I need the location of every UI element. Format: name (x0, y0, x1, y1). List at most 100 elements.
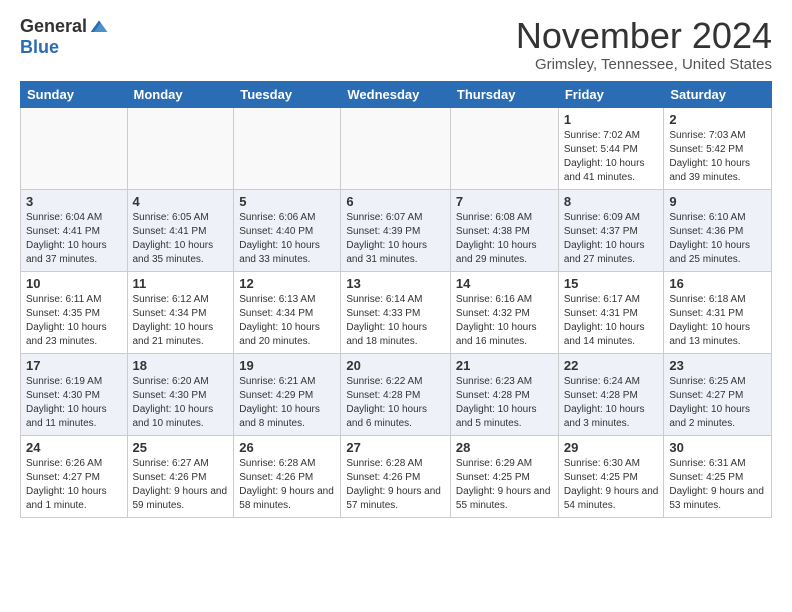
day-number: 22 (564, 358, 659, 373)
day-number: 28 (456, 440, 553, 455)
day-number: 23 (669, 358, 766, 373)
calendar-day-cell: 7 Sunrise: 6:08 AM Sunset: 4:38 PM Daylig… (450, 189, 558, 271)
title-block: November 2024 Grimsley, Tennessee, Unite… (516, 16, 772, 73)
location-text: Grimsley, Tennessee, United States (516, 56, 772, 73)
weekday-header: Monday (127, 81, 234, 107)
day-number: 20 (346, 358, 445, 373)
day-info: Sunrise: 6:11 AM Sunset: 4:35 PM Dayligh… (26, 293, 122, 349)
day-number: 18 (133, 358, 229, 373)
calendar-week-row: 24 Sunrise: 6:26 AM Sunset: 4:27 PM Dayli… (21, 435, 772, 517)
calendar-day-cell: 16Sunrise: 6:18 AM Sunset: 4:31 PM Dayli… (664, 271, 772, 353)
calendar-day-cell: 19Sunrise: 6:21 AM Sunset: 4:29 PM Dayli… (234, 353, 341, 435)
day-info: Sunrise: 6:14 AM Sunset: 4:33 PM Dayligh… (346, 293, 445, 349)
calendar-day-cell: 30 Sunrise: 6:31 AM Sunset: 4:25 PM Dayli… (664, 435, 772, 517)
page-container: General Blue November 2024 Grimsley, Ten… (0, 0, 792, 528)
calendar-day-cell: 12 Sunrise: 6:13 AM Sunset: 4:34 PM Dayli… (234, 271, 341, 353)
calendar-week-row: 3 Sunrise: 6:04 AM Sunset: 4:41 PM Daylig… (21, 189, 772, 271)
calendar-day-cell: 25 Sunrise: 6:27 AM Sunset: 4:26 PM Dayli… (127, 435, 234, 517)
weekday-header: Saturday (664, 81, 772, 107)
day-info: Sunrise: 6:10 AM Sunset: 4:36 PM Dayligh… (669, 211, 766, 267)
day-number: 3 (26, 194, 122, 209)
calendar-day-cell (234, 107, 341, 189)
calendar-day-cell: 6Sunrise: 6:07 AM Sunset: 4:39 PM Daylig… (341, 189, 451, 271)
day-info: Sunrise: 6:27 AM Sunset: 4:26 PM Dayligh… (133, 457, 229, 513)
calendar-day-cell: 2Sunrise: 7:03 AM Sunset: 5:42 PM Daylig… (664, 107, 772, 189)
day-info: Sunrise: 6:17 AM Sunset: 4:31 PM Dayligh… (564, 293, 659, 349)
calendar-day-cell: 28 Sunrise: 6:29 AM Sunset: 4:25 PM Dayli… (450, 435, 558, 517)
calendar-day-cell: 29 Sunrise: 6:30 AM Sunset: 4:25 PM Dayli… (558, 435, 664, 517)
day-info: Sunrise: 6:28 AM Sunset: 4:26 PM Dayligh… (239, 457, 335, 513)
day-number: 17 (26, 358, 122, 373)
day-number: 26 (239, 440, 335, 455)
day-number: 30 (669, 440, 766, 455)
logo-icon (89, 17, 109, 37)
calendar-header-row: SundayMondayTuesdayWednesdayThursdayFrid… (21, 81, 772, 107)
day-number: 14 (456, 276, 553, 291)
calendar-day-cell: 11Sunrise: 6:12 AM Sunset: 4:34 PM Dayli… (127, 271, 234, 353)
day-info: Sunrise: 6:25 AM Sunset: 4:27 PM Dayligh… (669, 375, 766, 431)
day-info: Sunrise: 6:22 AM Sunset: 4:28 PM Dayligh… (346, 375, 445, 431)
day-info: Sunrise: 6:05 AM Sunset: 4:41 PM Dayligh… (133, 211, 229, 267)
calendar-week-row: 1Sunrise: 7:02 AM Sunset: 5:44 PM Daylig… (21, 107, 772, 189)
calendar-day-cell (341, 107, 451, 189)
day-info: Sunrise: 6:31 AM Sunset: 4:25 PM Dayligh… (669, 457, 766, 513)
calendar-day-cell: 18 Sunrise: 6:20 AM Sunset: 4:30 PM Dayli… (127, 353, 234, 435)
logo-general-text: General (20, 16, 87, 37)
calendar-day-cell: 5Sunrise: 6:06 AM Sunset: 4:40 PM Daylig… (234, 189, 341, 271)
calendar-week-row: 17 Sunrise: 6:19 AM Sunset: 4:30 PM Dayli… (21, 353, 772, 435)
day-number: 25 (133, 440, 229, 455)
day-info: Sunrise: 6:19 AM Sunset: 4:30 PM Dayligh… (26, 375, 122, 431)
calendar-day-cell (450, 107, 558, 189)
day-info: Sunrise: 6:30 AM Sunset: 4:25 PM Dayligh… (564, 457, 659, 513)
day-number: 16 (669, 276, 766, 291)
weekday-header: Thursday (450, 81, 558, 107)
day-info: Sunrise: 6:29 AM Sunset: 4:25 PM Dayligh… (456, 457, 553, 513)
day-number: 8 (564, 194, 659, 209)
calendar-day-cell: 9Sunrise: 6:10 AM Sunset: 4:36 PM Daylig… (664, 189, 772, 271)
day-info: Sunrise: 6:26 AM Sunset: 4:27 PM Dayligh… (26, 457, 122, 513)
calendar-day-cell: 17 Sunrise: 6:19 AM Sunset: 4:30 PM Dayli… (21, 353, 128, 435)
day-info: Sunrise: 6:04 AM Sunset: 4:41 PM Dayligh… (26, 211, 122, 267)
weekday-header: Wednesday (341, 81, 451, 107)
day-number: 6 (346, 194, 445, 209)
day-info: Sunrise: 6:08 AM Sunset: 4:38 PM Dayligh… (456, 211, 553, 267)
day-info: Sunrise: 6:20 AM Sunset: 4:30 PM Dayligh… (133, 375, 229, 431)
month-title: November 2024 (516, 16, 772, 56)
calendar-day-cell: 3 Sunrise: 6:04 AM Sunset: 4:41 PM Daylig… (21, 189, 128, 271)
calendar-day-cell: 8Sunrise: 6:09 AM Sunset: 4:37 PM Daylig… (558, 189, 664, 271)
calendar-day-cell: 10 Sunrise: 6:11 AM Sunset: 4:35 PM Dayli… (21, 271, 128, 353)
day-number: 12 (239, 276, 335, 291)
day-info: Sunrise: 6:24 AM Sunset: 4:28 PM Dayligh… (564, 375, 659, 431)
page-header: General Blue November 2024 Grimsley, Ten… (20, 16, 772, 73)
calendar-day-cell: 1Sunrise: 7:02 AM Sunset: 5:44 PM Daylig… (558, 107, 664, 189)
day-info: Sunrise: 6:16 AM Sunset: 4:32 PM Dayligh… (456, 293, 553, 349)
day-number: 2 (669, 112, 766, 127)
day-info: Sunrise: 6:28 AM Sunset: 4:26 PM Dayligh… (346, 457, 445, 513)
calendar-day-cell: 15Sunrise: 6:17 AM Sunset: 4:31 PM Dayli… (558, 271, 664, 353)
calendar-day-cell: 13Sunrise: 6:14 AM Sunset: 4:33 PM Dayli… (341, 271, 451, 353)
calendar-day-cell: 4 Sunrise: 6:05 AM Sunset: 4:41 PM Daylig… (127, 189, 234, 271)
day-info: Sunrise: 6:13 AM Sunset: 4:34 PM Dayligh… (239, 293, 335, 349)
calendar-week-row: 10 Sunrise: 6:11 AM Sunset: 4:35 PM Dayli… (21, 271, 772, 353)
day-number: 7 (456, 194, 553, 209)
day-number: 11 (133, 276, 229, 291)
logo: General Blue (20, 16, 109, 58)
day-number: 29 (564, 440, 659, 455)
calendar-day-cell: 22 Sunrise: 6:24 AM Sunset: 4:28 PM Dayli… (558, 353, 664, 435)
weekday-header: Tuesday (234, 81, 341, 107)
calendar-day-cell: 20 Sunrise: 6:22 AM Sunset: 4:28 PM Dayli… (341, 353, 451, 435)
calendar-day-cell: 21 Sunrise: 6:23 AM Sunset: 4:28 PM Dayli… (450, 353, 558, 435)
logo-blue-text: Blue (20, 37, 59, 57)
calendar-day-cell (21, 107, 128, 189)
day-number: 10 (26, 276, 122, 291)
calendar-day-cell: 26 Sunrise: 6:28 AM Sunset: 4:26 PM Dayli… (234, 435, 341, 517)
weekday-header: Sunday (21, 81, 128, 107)
calendar-table: SundayMondayTuesdayWednesdayThursdayFrid… (20, 81, 772, 518)
day-info: Sunrise: 6:21 AM Sunset: 4:29 PM Dayligh… (239, 375, 335, 431)
day-info: Sunrise: 6:23 AM Sunset: 4:28 PM Dayligh… (456, 375, 553, 431)
day-info: Sunrise: 7:02 AM Sunset: 5:44 PM Dayligh… (564, 129, 659, 185)
day-number: 4 (133, 194, 229, 209)
day-number: 21 (456, 358, 553, 373)
day-number: 24 (26, 440, 122, 455)
calendar-day-cell: 24 Sunrise: 6:26 AM Sunset: 4:27 PM Dayli… (21, 435, 128, 517)
